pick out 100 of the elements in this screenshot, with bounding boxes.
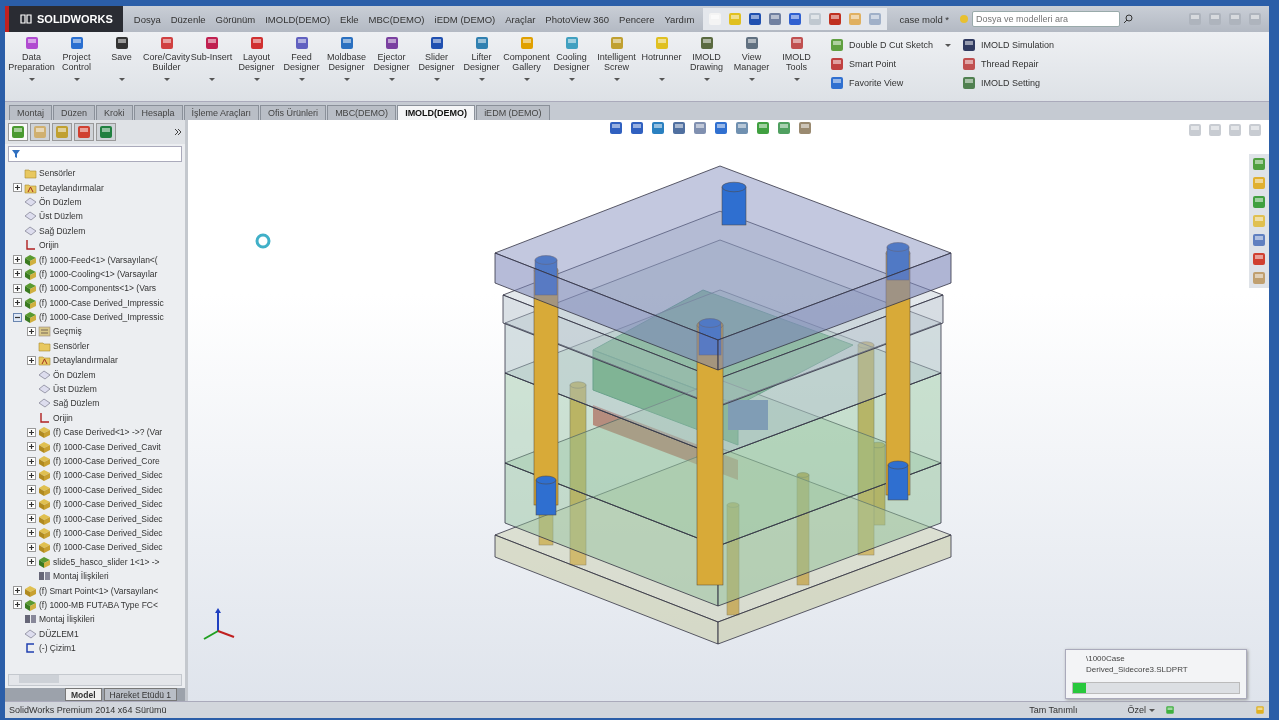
expand-icon[interactable] [13,283,22,293]
panel-tab[interactable] [8,123,28,141]
ribbon-button[interactable]: Core/Cavity Builder [144,35,189,97]
collapse-icon[interactable] [13,312,22,322]
tree-item[interactable]: (f) 1000-Case Derived_Sidec [53,527,163,538]
tree-item[interactable]: Sağ Düzlem [39,225,86,236]
ribbon-button[interactable]: Ejector Designer [369,35,414,97]
panel-tab[interactable] [96,123,116,141]
command-tab[interactable]: iEDM (DEMO) [476,105,550,120]
search-field[interactable]: Dosya ve modelleri ara [972,11,1121,27]
tree-item[interactable]: (f) 1000-Case Derived_Core [53,456,160,466]
scrollbar-thumb[interactable] [19,675,59,683]
expand-icon[interactable] [27,442,36,452]
menu-item[interactable]: Araçlar [500,11,541,27]
units-dropdown[interactable]: Özel [1127,705,1155,715]
expand-icon[interactable] [13,298,22,308]
ribbon-button[interactable]: Lifter Designer [459,35,504,97]
ribbon-button[interactable]: Intelligent Screw [594,35,639,97]
ribbon-button[interactable]: Data Preparation [9,35,54,97]
ribbon-button[interactable]: Thread Repair [961,56,1055,72]
tree-item[interactable]: (f) 1000-MB FUTABA Type FC< [39,599,158,610]
ribbon-button[interactable]: View Manager [729,35,774,97]
tree-item[interactable]: Montaj İlişkileri [39,614,95,625]
tree-item[interactable]: (f) 1000-Case Derived_Sidec [53,542,163,553]
expand-icon[interactable] [13,586,22,595]
ribbon-button[interactable]: Save [99,35,144,97]
expand-icon[interactable] [27,499,36,509]
tree-item[interactable]: (f) 1000-Case Derived_Sidec [53,484,163,495]
tree-item[interactable]: Ön Düzlem [39,196,82,207]
command-tab[interactable]: Kroki [96,105,133,120]
ribbon-button[interactable]: Feed Designer [279,35,324,97]
panel-tab[interactable] [74,123,94,141]
command-tab[interactable]: IMOLD(DEMO) [397,105,476,120]
expand-icon[interactable] [27,327,36,336]
ribbon-button[interactable]: Hotrunner [639,35,684,97]
expand-icon[interactable] [27,355,36,365]
ribbon-button[interactable]: Slider Designer [414,35,459,97]
tree-item[interactable]: (f) 1000-Case Derived_Cavit [53,441,161,452]
ribbon-button[interactable]: Favorite View [829,75,952,91]
menu-item[interactable]: Pencere [614,11,660,27]
tree-item[interactable]: Detaylandırmalar [39,182,104,193]
expand-icon[interactable] [27,528,36,538]
command-tab[interactable]: İşleme Araçları [183,105,260,120]
ribbon-button[interactable]: Component Gallery [504,35,549,97]
tree-item[interactable]: (f) 1000-Case Derived_Sidec [53,513,163,524]
tree-item[interactable]: Ön Düzlem [53,369,96,380]
model-tab[interactable]: Model [65,688,102,701]
tree-item[interactable]: (f) 1000-Components<1> (Vars [39,283,156,294]
expand-icon[interactable] [13,269,22,279]
tree-item[interactable]: Detaylandırmalar [53,355,118,366]
ribbon-button[interactable]: Smart Point [829,56,952,72]
ribbon-button[interactable]: Layout Designer [234,35,279,97]
tree-item[interactable]: Sensörler [39,168,76,179]
expand-icon[interactable] [27,470,36,480]
expand-icon[interactable] [13,600,22,610]
menu-item[interactable]: IMOLD(DEMO) [260,11,336,27]
tree-item[interactable]: (f) Smart Point<1> (Varsayılan< [39,585,159,596]
command-tab[interactable]: Montaj [9,105,52,120]
menu-item[interactable]: Yardım [659,11,700,27]
tree-item[interactable]: Üst Düzlem [39,211,83,222]
tree-item[interactable]: Sensörler [53,340,90,351]
expand-panel-icon[interactable] [174,128,182,136]
expand-icon[interactable] [27,557,36,567]
expand-icon[interactable] [27,427,36,437]
model-tab[interactable]: Hareket Etüdü 1 [103,688,177,701]
menu-item[interactable]: PhotoView 360 [540,11,615,27]
menu-item[interactable]: Dosya [128,11,166,27]
ribbon-button[interactable]: Cooling Designer [549,35,594,97]
command-tab[interactable]: Ofis Ürünleri [260,105,327,120]
tree-item[interactable]: (f) 1000-Case Derived_Sidec [53,470,163,481]
command-tab[interactable]: Hesapla [133,105,183,120]
ribbon-button[interactable]: Moldbase Designer [324,35,369,97]
menu-item[interactable]: MBC(DEMO) [363,11,430,27]
menu-item[interactable]: Düzenle [165,11,211,27]
tree-item[interactable]: (-) Çizim1 [39,643,76,654]
ribbon-button[interactable]: Project Control [54,35,99,97]
ribbon-button[interactable]: Sub-Insert [189,35,234,97]
expand-icon[interactable] [27,542,36,552]
tree-item[interactable]: Geçmiş [53,326,82,337]
search-icon[interactable] [1123,14,1134,24]
tree-item[interactable]: (f) 1000-Case Derived_Sidec [53,499,163,510]
expand-icon[interactable] [13,183,22,193]
tree-item[interactable]: DÜZLEM1 [39,628,79,639]
ribbon-button[interactable]: IMOLD Setting [961,75,1055,91]
tree-item[interactable]: (f) 1000-Case Derived_Impressic [39,297,164,308]
tree-item[interactable]: (f) Case Derived<1> ->? (Var [53,427,163,438]
expand-icon[interactable] [27,485,36,495]
tree-item[interactable]: Orijin [53,412,73,423]
tree-item[interactable]: Montaj İlişkileri [53,571,109,582]
ribbon-button[interactable]: Double D Cut Sketch [829,37,952,53]
command-tab[interactable]: Düzen [53,105,96,120]
tree-item[interactable]: Üst Düzlem [53,384,97,395]
expand-icon[interactable] [27,514,36,524]
expand-icon[interactable] [13,255,22,265]
expand-icon[interactable] [27,456,36,466]
tree-item[interactable]: slide5_hasco_slider 1<1> -> [53,556,160,567]
command-tab[interactable]: MBC(DEMO) [327,105,397,120]
menu-item[interactable]: Ekle [335,11,364,27]
tree-item[interactable]: Sağ Düzlem [53,398,100,409]
tree-item[interactable]: (f) 1000-Feed<1> (Varsayılan<( [39,254,158,265]
